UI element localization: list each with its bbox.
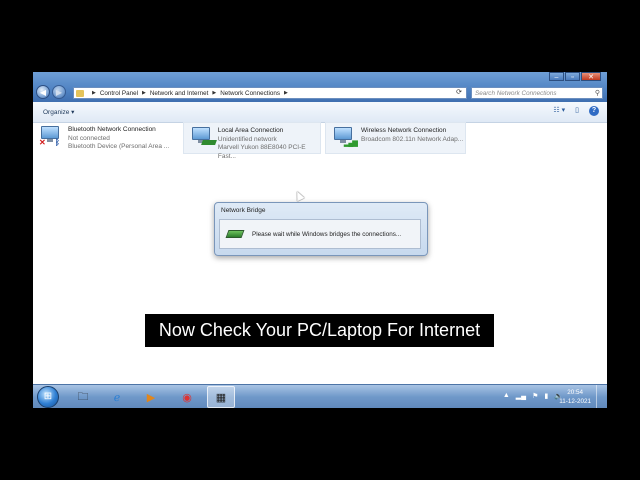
network-tray-icon[interactable]: ▂▄ (516, 392, 526, 400)
show-hidden-icons-icon[interactable]: ▲ (503, 392, 510, 400)
connection-device: Broadcom 802.11n Network Adap... (361, 135, 464, 143)
organize-menu[interactable]: Organize ▾ (43, 108, 74, 116)
search-placeholder: Search Network Connections (475, 89, 557, 97)
mouse-cursor-icon (293, 189, 305, 202)
view-controls: ☷ ▾ ▯ ? (553, 106, 599, 116)
clock-time: 20:54 (567, 389, 583, 396)
breadcrumb-separator-icon: ▶ (212, 90, 217, 96)
battery-icon[interactable]: ▮ (544, 392, 548, 400)
maximize-button[interactable]: ▫ (565, 72, 580, 81)
bluetooth-icon: ✕ ᛒ (39, 126, 63, 147)
ethernet-icon (192, 127, 217, 147)
address-bar[interactable]: ▶ Control Panel ▶ Network and Internet ▶… (73, 87, 467, 99)
control-panel-taskbar-icon[interactable]: ▦ (207, 386, 235, 408)
window-titlebar: – ▫ ✕ ◀ ▶ ▶ Control Panel ▶ Network and … (33, 72, 607, 102)
signal-bars-icon: ▂▄▆ (344, 140, 358, 147)
network-adapter-icon (225, 230, 245, 238)
system-tray: ▲ ▂▄ ⚑ ▮ 🔈 (503, 392, 563, 400)
close-button[interactable]: ✕ (581, 72, 601, 81)
connection-name: Local Area Connection (217, 127, 284, 134)
connection-status: Not connected (68, 134, 110, 142)
search-icon[interactable]: ⚲ (595, 89, 600, 97)
dialog-body: Please wait while Windows bridges the co… (219, 219, 421, 249)
explorer-taskbar-icon[interactable]: 🗀 (69, 386, 97, 408)
action-center-icon[interactable]: ⚑ (532, 392, 538, 400)
breadcrumb-separator-icon: ▶ (92, 90, 96, 96)
connection-item-wireless[interactable]: ▂▄▆ Wireless Network Connection Broadcom… (325, 122, 466, 154)
breadcrumb-network-connections[interactable]: Network Connections (220, 90, 280, 97)
control-panel-icon (76, 89, 84, 97)
preview-pane-icon[interactable]: ▯ (575, 106, 579, 116)
connection-device: Bluetooth Device (Personal Area ... (68, 143, 170, 150)
connection-item-bluetooth[interactable]: ✕ ᛒ Bluetooth Network Connection Not con… (33, 122, 178, 154)
video-caption: Now Check Your PC/Laptop For Internet (145, 314, 494, 347)
back-button[interactable]: ◀ (36, 85, 50, 99)
refresh-button[interactable]: ⟳ (453, 88, 465, 98)
help-icon[interactable]: ? (589, 106, 599, 116)
media-player-taskbar-icon[interactable]: ▶ (137, 386, 165, 408)
breadcrumb-network-and-internet[interactable]: Network and Internet (150, 90, 208, 97)
desktop-screen: – ▫ ✕ ◀ ▶ ▶ Control Panel ▶ Network and … (33, 72, 607, 408)
connection-status: Unidentified network (217, 135, 277, 143)
show-desktop-button[interactable] (596, 385, 607, 408)
command-bar: Organize ▾ ☷ ▾ ▯ ? (33, 102, 607, 123)
start-button[interactable]: ⊞ (37, 386, 59, 408)
search-input[interactable]: Search Network Connections ⚲ (471, 87, 603, 99)
breadcrumb-separator-icon: ▶ (142, 90, 146, 96)
dialog-message: Please wait while Windows bridges the co… (252, 230, 402, 238)
connection-item-local-area[interactable]: Local Area Connection Unidentified netwo… (183, 122, 321, 160)
dialog-title: Network Bridge (221, 207, 266, 214)
forward-button[interactable]: ▶ (52, 85, 66, 99)
change-view-icon[interactable]: ☷ ▾ (553, 106, 565, 116)
wifi-signal-icon: ▂▄▆ (334, 127, 358, 147)
network-bridge-dialog: Network Bridge Please wait while Windows… (214, 202, 428, 256)
network-cable-icon (201, 140, 217, 145)
bluetooth-badge-icon: ᛒ (55, 138, 60, 147)
breadcrumb-separator-icon: ▶ (284, 90, 288, 96)
window-controls: – ▫ ✕ (548, 72, 601, 81)
disconnected-x-icon: ✕ (39, 138, 46, 147)
minimize-button[interactable]: – (549, 72, 564, 81)
clock-date: 11-12-2021 (559, 398, 591, 405)
connection-name: Wireless Network Connection (361, 127, 447, 134)
chrome-taskbar-icon[interactable]: ◉ (173, 386, 201, 408)
connection-device: Marvell Yukon 88E8040 PCI-E Fast... (217, 144, 306, 160)
breadcrumb-control-panel[interactable]: Control Panel (100, 90, 138, 97)
taskbar: ⊞ 🗀 ℯ ▶ ◉ ▦ ▲ ▂▄ ⚑ ▮ 🔈 20:54 11-12-2021 (33, 384, 607, 408)
connection-name: Bluetooth Network Connection (68, 126, 156, 133)
internet-explorer-taskbar-icon[interactable]: ℯ (103, 386, 131, 408)
taskbar-clock[interactable]: 20:54 11-12-2021 (559, 388, 591, 406)
